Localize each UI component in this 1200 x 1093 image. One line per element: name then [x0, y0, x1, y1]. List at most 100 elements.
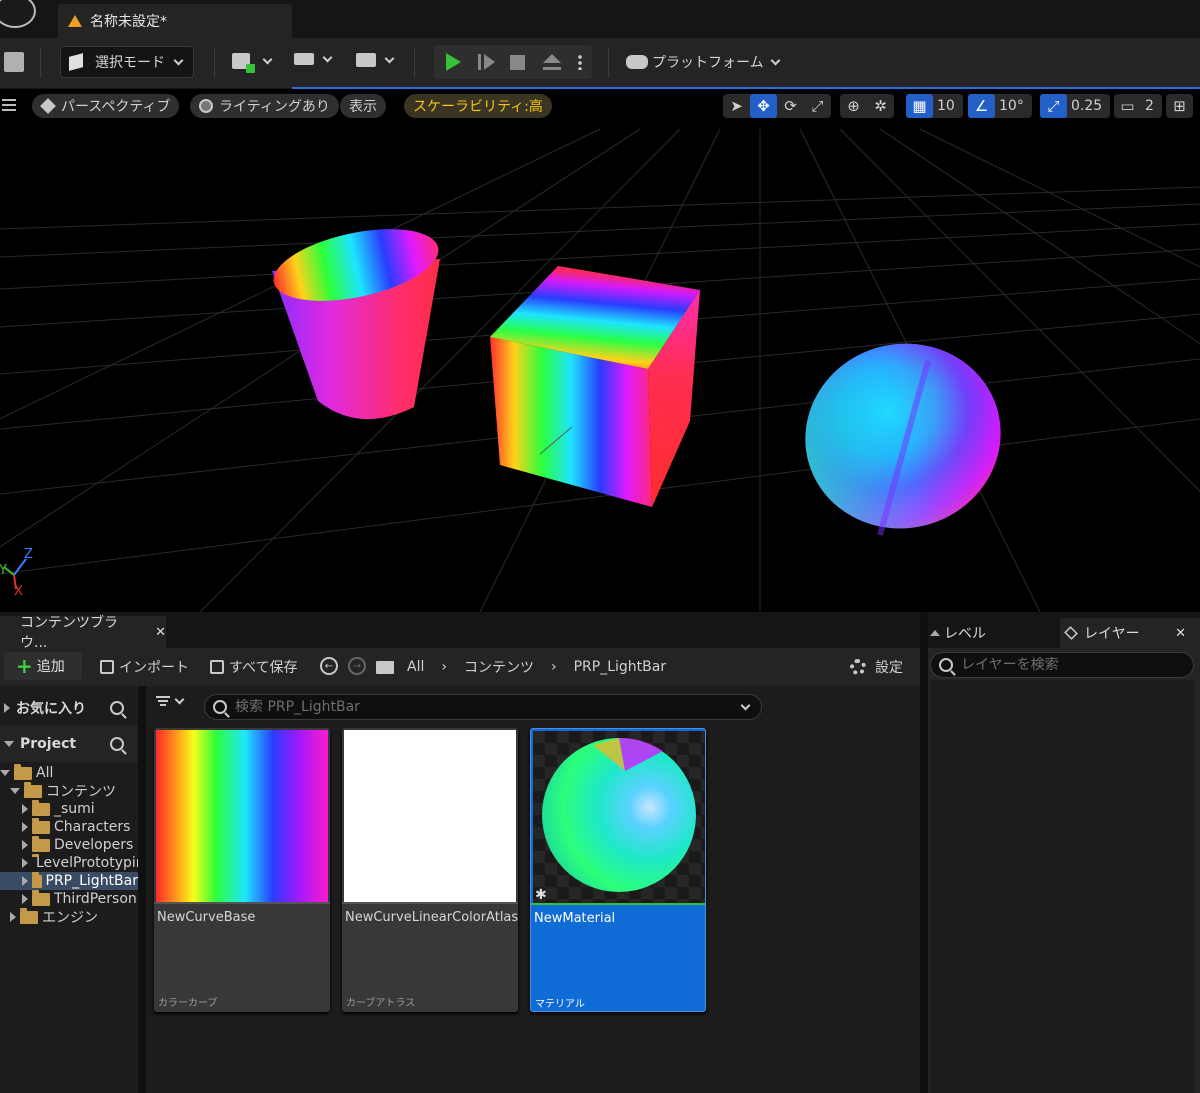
settings-label: 設定 — [875, 660, 903, 676]
asset-search-input[interactable] — [235, 699, 715, 715]
asset-tile[interactable]: NewCurveBase カラーカーブ — [154, 728, 330, 1012]
tree-folder-item[interactable]: Characters — [0, 818, 138, 836]
rotation-snap-value[interactable]: 10° — [995, 98, 1032, 114]
cube-mesh[interactable] — [490, 266, 700, 507]
tree-folder-item[interactable]: コンテンツ — [0, 782, 138, 800]
folder-icon[interactable] — [376, 660, 394, 674]
filter-icon — [156, 696, 170, 706]
plus-icon: + — [16, 654, 33, 678]
tree-folder-item[interactable]: _sumi — [0, 800, 138, 818]
tree-folder-item[interactable]: LevelPrototyping — [0, 854, 138, 872]
asset-tile[interactable]: NewCurveLinearColorAtlas カーブアトラス — [342, 728, 518, 1012]
unreal-logo-icon[interactable] — [0, 0, 36, 28]
tab-level[interactable]: レベル — [928, 618, 1052, 648]
rotation-snap-icon[interactable]: ∠ — [968, 94, 995, 118]
add-actor-button[interactable] — [232, 53, 273, 73]
tree-folder-item[interactable]: ThirdPerson — [0, 890, 138, 908]
camera-icon[interactable]: ▭ — [1114, 94, 1141, 118]
grid-snap-icon[interactable]: ▦ — [906, 94, 933, 118]
world-space-icon[interactable]: ⊕ — [840, 94, 867, 118]
main-toolbar: 選択モード プラットフォーム — [0, 38, 1200, 88]
collapsed-arrow-icon[interactable] — [10, 912, 16, 922]
chevron-down-icon — [322, 52, 333, 62]
cinematics-button[interactable] — [356, 53, 395, 67]
breadcrumb-item[interactable]: PRP_LightBar — [574, 659, 667, 675]
scale-snap-value[interactable]: 0.25 — [1067, 98, 1110, 114]
camera-speed-value[interactable]: 2 — [1141, 98, 1162, 114]
mode-select-button[interactable]: 選択モード — [60, 46, 194, 78]
document-tab[interactable]: 名称未設定* — [58, 4, 292, 38]
tab-layers[interactable]: レイヤー ✕ — [1060, 618, 1200, 648]
asset-search-box[interactable] — [204, 694, 762, 720]
mode-label: 選択モード — [95, 55, 165, 71]
scalability-button[interactable]: スケーラビリティ:高 — [404, 94, 552, 118]
favorites-header[interactable]: お気に入り — [0, 690, 138, 726]
folder-icon — [24, 782, 42, 798]
grid-snap-value[interactable]: 10 — [933, 98, 963, 114]
search-icon[interactable] — [110, 737, 124, 751]
history-back-button[interactable]: ← — [320, 657, 338, 675]
transform-tools: ➤ ✥ ⟳ ⤢ — [723, 94, 831, 118]
layer-search-box[interactable] — [930, 652, 1194, 678]
add-button[interactable]: + 追加 — [4, 652, 82, 680]
collapsed-arrow-icon — [4, 703, 10, 713]
coordinate-space-group: ⊕ ✲ — [840, 94, 894, 118]
asset-tile[interactable]: ✱ NewMaterial マテリアル — [530, 728, 706, 1012]
expanded-arrow-icon[interactable] — [0, 770, 10, 776]
platforms-button[interactable]: プラットフォーム — [626, 52, 781, 72]
breadcrumb-item[interactable]: コンテンツ — [464, 657, 534, 677]
save-icon[interactable] — [4, 52, 24, 72]
play-icon[interactable] — [446, 53, 461, 71]
search-icon[interactable] — [110, 701, 124, 715]
panel-splitter[interactable] — [138, 686, 146, 1093]
chevron-down-icon[interactable] — [740, 700, 751, 710]
tree-folder-item[interactable]: Developers — [0, 836, 138, 854]
tree-folder-item[interactable]: エンジン — [0, 908, 138, 926]
tree-folder-label: ThirdPerson — [54, 891, 137, 907]
blueprints-button[interactable] — [294, 52, 333, 65]
collapsed-arrow-icon[interactable] — [22, 876, 28, 886]
more-options-icon[interactable] — [578, 54, 582, 70]
viewport-menu-icon[interactable] — [2, 99, 16, 111]
project-header[interactable]: Project — [0, 726, 138, 762]
filter-button[interactable] — [156, 694, 185, 706]
stop-icon[interactable] — [510, 55, 525, 70]
save-all-button[interactable]: すべて保存 — [210, 657, 297, 677]
collapsed-arrow-icon[interactable] — [22, 894, 28, 904]
perspective-button[interactable]: パースペクティブ — [32, 94, 180, 118]
show-button[interactable]: 表示 — [340, 94, 386, 118]
scale-icon[interactable]: ⤢ — [804, 94, 831, 118]
folder-icon — [20, 908, 38, 924]
perspective-label: パースペクティブ — [61, 99, 171, 115]
asset-type-bar — [531, 903, 705, 905]
settings-button[interactable]: 設定 — [850, 657, 903, 677]
material-thumbnail: ✱ — [533, 731, 705, 903]
step-icon[interactable] — [478, 54, 481, 70]
tree-folder-item[interactable]: PRP_LightBar — [0, 872, 138, 890]
panel-splitter[interactable] — [920, 612, 928, 1093]
rotate-icon[interactable]: ⟳ — [777, 94, 804, 118]
close-icon[interactable]: ✕ — [155, 625, 166, 640]
level-viewport[interactable]: Z Y X パースペクティブ ライティングあり 表示 スケーラビリティ:高 ➤ … — [0, 89, 1200, 612]
viewport-layout-icon[interactable]: ⊞ — [1166, 94, 1193, 118]
breadcrumb-item[interactable]: All — [407, 659, 424, 675]
surface-snap-icon[interactable]: ✲ — [867, 94, 894, 118]
collapsed-arrow-icon[interactable] — [22, 858, 28, 868]
close-icon[interactable]: ✕ — [1175, 626, 1186, 641]
lighting-button[interactable]: ライティングあり — [190, 94, 339, 118]
scale-snap-icon[interactable]: ⤢ — [1040, 94, 1067, 118]
chevron-down-icon — [173, 55, 184, 65]
tree-folder-item[interactable]: All — [0, 764, 138, 782]
collapsed-arrow-icon[interactable] — [22, 840, 28, 850]
collapsed-arrow-icon[interactable] — [22, 804, 28, 814]
import-button[interactable]: インポート — [100, 657, 189, 677]
history-forward-button[interactable]: → — [348, 657, 366, 675]
search-icon — [213, 700, 227, 714]
select-cursor-icon[interactable]: ➤ — [723, 94, 750, 118]
move-icon[interactable]: ✥ — [750, 94, 777, 118]
collapsed-arrow-icon[interactable] — [22, 822, 28, 832]
expanded-arrow-icon[interactable] — [10, 788, 20, 794]
layer-search-input[interactable] — [961, 657, 1181, 673]
sphere-mesh[interactable] — [785, 322, 1022, 550]
content-browser-tab[interactable]: コンテンツブラウ... ✕ — [0, 615, 166, 651]
